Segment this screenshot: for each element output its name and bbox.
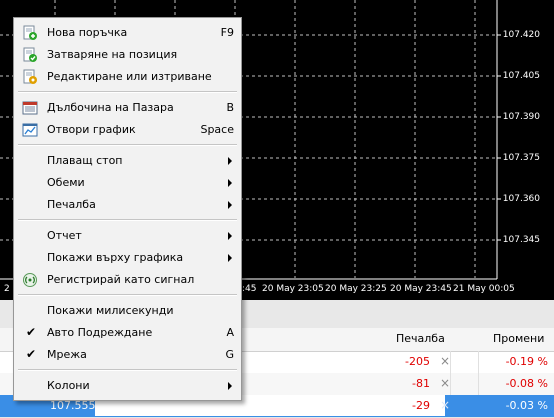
menu-item-label: Обеми (47, 176, 85, 189)
menu-item-profit[interactable]: Печалба (14, 194, 241, 216)
submenu-arrow-icon (228, 157, 232, 165)
menu-item-label: Отвори график (47, 123, 136, 136)
context-menu: Нова поръчка F9 Затваряне на позиция Ред… (13, 17, 242, 401)
submenu-arrow-icon (228, 179, 232, 187)
submenu-arrow-icon (228, 382, 232, 390)
menu-item-auto-arrange[interactable]: ✔ Авто Подреждане A (14, 322, 241, 344)
menu-shortcut: F9 (220, 26, 234, 39)
time-axis-label-fragment: :45 (242, 284, 257, 294)
menu-item-depth-of-market[interactable]: Дълбочина на Пазара B (14, 97, 241, 119)
menu-item-show-milliseconds[interactable]: Покажи милисекунди (14, 300, 241, 322)
profit-cell: -29 (412, 399, 430, 412)
menu-item-label: Авто Подреждане (47, 326, 153, 339)
time-axis-label-fragment: 2 (4, 284, 10, 294)
close-position-icon[interactable]: × (440, 398, 450, 412)
menu-item-label: Редактиране или изтриване (47, 70, 212, 83)
menu-separator (18, 91, 237, 93)
price-axis-label: 107.405 (502, 71, 540, 81)
menu-item-open-chart[interactable]: Отвори график Space (14, 119, 241, 141)
profit-cell: -81 (412, 377, 430, 390)
menu-item-label: Дълбочина на Пазара (47, 101, 174, 114)
menu-separator (18, 294, 237, 296)
menu-shortcut: G (225, 348, 234, 361)
submenu-arrow-icon (228, 254, 232, 262)
close-position-icon[interactable]: × (440, 376, 450, 390)
menu-item-new-order[interactable]: Нова поръчка F9 (14, 22, 241, 44)
change-cell: -0.19 % (505, 355, 548, 368)
chart-icon (22, 123, 38, 137)
time-axis-label: 21 May 00:05 (453, 284, 515, 294)
menu-item-register-signal[interactable]: Регистрирай като сигнал (14, 269, 241, 291)
checkmark-icon: ✔ (26, 325, 37, 339)
menu-shortcut: Space (200, 123, 234, 136)
price-axis-label: 107.390 (502, 112, 540, 122)
menu-separator (18, 219, 237, 221)
menu-item-label: Нова поръчка (47, 26, 128, 39)
depth-of-market-icon (22, 101, 38, 115)
menu-item-close-position[interactable]: Затваряне на позиция (14, 44, 241, 66)
menu-item-grid[interactable]: ✔ Мрежа G (14, 344, 241, 366)
menu-item-label: Покажи милисекунди (47, 304, 174, 317)
change-cell: -0.03 % (505, 399, 548, 412)
menu-separator (18, 369, 237, 371)
menu-item-label: Печалба (47, 198, 96, 211)
checkmark-icon: ✔ (26, 347, 37, 361)
menu-item-label: Колони (47, 379, 90, 392)
menu-item-report[interactable]: Отчет (14, 225, 241, 247)
menu-item-label: Покажи върху графика (47, 251, 184, 264)
price-axis-label: 107.360 (502, 194, 540, 204)
price-axis-label: 107.345 (502, 235, 540, 245)
menu-item-columns[interactable]: Колони (14, 375, 241, 397)
menu-item-trailing-stop[interactable]: Плаващ стоп (14, 150, 241, 172)
menu-item-edit-delete[interactable]: Редактиране или изтриване (14, 66, 241, 88)
price-axis-label: 107.375 (502, 153, 540, 163)
submenu-arrow-icon (228, 201, 232, 209)
submenu-arrow-icon (228, 232, 232, 240)
menu-item-label: Регистрирай като сигнал (47, 273, 195, 286)
signal-icon (23, 273, 37, 287)
menu-separator (18, 144, 237, 146)
profit-cell: -205 (405, 355, 430, 368)
menu-item-volumes[interactable]: Обеми (14, 172, 241, 194)
menu-item-label: Плаващ стоп (47, 154, 123, 167)
time-axis-label: 20 May 23:45 (390, 284, 452, 294)
change-cell: -0.08 % (505, 377, 548, 390)
column-header-change[interactable]: Промени (493, 332, 544, 345)
menu-item-label: Мрежа (47, 348, 87, 361)
close-position-icon (23, 47, 37, 62)
price-axis-label: 107.420 (502, 30, 540, 40)
column-header-profit[interactable]: Печалба (396, 332, 445, 345)
edit-order-icon (23, 69, 37, 84)
menu-shortcut: A (226, 326, 234, 339)
time-axis-label: 20 May 23:05 (262, 284, 324, 294)
close-position-icon[interactable]: × (440, 354, 450, 368)
new-order-icon (23, 25, 37, 40)
menu-shortcut: B (226, 101, 234, 114)
menu-item-label: Отчет (47, 229, 82, 242)
menu-item-show-on-chart[interactable]: Покажи върху графика (14, 247, 241, 269)
time-axis-label: 20 May 23:25 (325, 284, 387, 294)
menu-item-label: Затваряне на позиция (47, 48, 178, 61)
